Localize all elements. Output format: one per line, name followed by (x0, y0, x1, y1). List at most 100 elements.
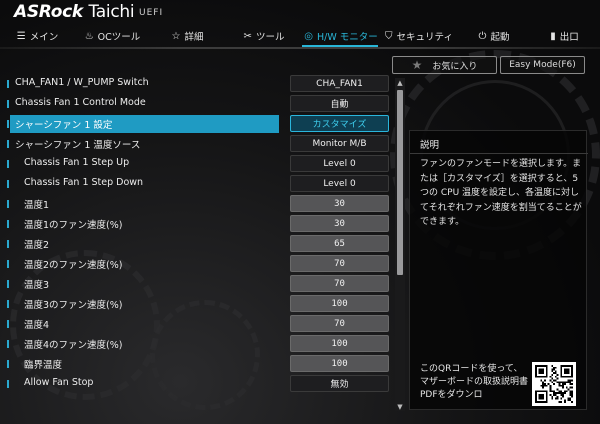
row-marker (7, 260, 9, 268)
tab-label: H/W モニター (316, 32, 378, 43)
nav-divider (0, 47, 600, 49)
setting-label: Chassis Fan 1 Step Up (24, 157, 130, 168)
setting-row[interactable]: 温度4のファン速度(%) 100 (0, 334, 392, 354)
setting-row[interactable]: Chassis Fan 1 Step Up Level 0 (0, 154, 392, 174)
setting-row[interactable]: シャーシファン 1 温度ソース Monitor M/B (0, 134, 392, 154)
monitor-icon: ◎ (304, 30, 313, 42)
list-icon: ☰ (16, 30, 26, 42)
row-marker (7, 200, 9, 208)
setting-label: 温度2 (24, 240, 50, 251)
tab-label: 出口 (559, 32, 579, 43)
setting-label: 臨界温度 (24, 360, 63, 371)
qr-caption: このQRコードを使って、マザーボードの取扱説明書PDFをダウンロ (420, 364, 529, 400)
description-panel: 説明 ファンのファンモードを選択します。または［カスタマイズ］を選択すると、5 … (409, 130, 588, 410)
row-marker (7, 120, 9, 128)
setting-row[interactable]: Chassis Fan 1 Control Mode 自動 (0, 94, 392, 114)
setting-row[interactable]: 温度3 70 (0, 274, 392, 294)
setting-label: シャーシファン 1 温度ソース (15, 140, 141, 151)
row-marker (7, 80, 9, 88)
value-field[interactable]: 30 (290, 195, 389, 212)
setting-label: 温度3のファン速度(%) (24, 300, 123, 311)
option-selector[interactable]: Level 0 (290, 175, 389, 192)
row-marker (7, 180, 9, 188)
setting-row[interactable]: シャーシファン 1 設定 カスタマイズ (0, 114, 392, 134)
setting-row[interactable]: CHA_FAN1 / W_PUMP Switch CHA_FAN1 (0, 74, 392, 94)
tab-1[interactable]: ♨ OCツール (75, 26, 150, 46)
setting-label: 温度1のファン速度(%) (24, 220, 123, 231)
setting-row[interactable]: 温度1のファン速度(%) 30 (0, 214, 392, 234)
value-field[interactable]: 70 (290, 315, 389, 332)
tab-7[interactable]: ▮ 出口 (529, 26, 600, 46)
active-tab-underline (302, 45, 378, 47)
option-selector[interactable]: CHA_FAN1 (290, 75, 389, 92)
setting-label: 温度4のファン速度(%) (24, 340, 123, 351)
setting-label: 温度1 (24, 200, 50, 211)
setting-row[interactable]: Chassis Fan 1 Step Down Level 0 (0, 174, 392, 194)
uefi-label: UEFI (139, 8, 164, 18)
tab-label: OCツール (97, 32, 141, 43)
easy-mode-button[interactable]: Easy Mode(F6) (500, 56, 585, 74)
row-marker (7, 340, 9, 348)
tab-label: ツール (255, 32, 285, 43)
option-selector[interactable]: カスタマイズ (290, 115, 389, 132)
value-field[interactable]: 70 (290, 275, 389, 292)
option-selector[interactable]: 自動 (290, 95, 389, 112)
star-icon: ★ (411, 58, 423, 72)
tab-4[interactable]: ◎ H/W モニター (303, 26, 379, 46)
wrench-icon: ✂ (243, 30, 252, 42)
setting-row[interactable]: 温度1 30 (0, 194, 392, 214)
option-selector[interactable]: Monitor M/B (290, 135, 389, 152)
setting-label: Chassis Fan 1 Step Down (24, 177, 144, 188)
setting-label: 温度2のファン速度(%) (24, 260, 123, 271)
tab-6[interactable]: ⏻ 起動 (459, 26, 529, 46)
option-selector[interactable]: Level 0 (290, 155, 389, 172)
setting-label: 温度4 (24, 320, 50, 331)
exit-icon: ▮ (550, 30, 556, 42)
row-marker (7, 320, 9, 328)
row-marker (7, 300, 9, 308)
row-marker (7, 360, 9, 368)
row-marker (7, 380, 9, 388)
setting-row[interactable]: 臨界温度 100 (0, 354, 392, 374)
value-field[interactable]: 100 (290, 295, 389, 312)
shield-icon: ⛉ (385, 30, 393, 42)
qr-code (532, 362, 576, 406)
scrollbar[interactable]: ▲ ▼ (395, 78, 405, 411)
value-field[interactable]: 100 (290, 355, 389, 372)
title-bar: ASRock Taichi UEFI (0, 0, 600, 25)
setting-row[interactable]: 温度4 70 (0, 314, 392, 334)
tab-label: セキュリティ (396, 32, 453, 43)
tab-2[interactable]: ☆ 詳細 (150, 26, 225, 46)
tab-3[interactable]: ✂ ツール (225, 26, 303, 46)
description-text: ファンのファンモードを選択します。または［カスタマイズ］を選択すると、5 つの … (420, 159, 582, 227)
brand-logo: ASRock Taichi (14, 2, 135, 22)
value-field[interactable]: 65 (290, 235, 389, 252)
value-field[interactable]: 100 (290, 335, 389, 352)
setting-label: 温度3 (24, 280, 50, 291)
row-marker (7, 160, 9, 168)
tab-label: 起動 (490, 32, 510, 43)
setting-row[interactable]: Allow Fan Stop 無効 (0, 374, 392, 394)
option-selector[interactable]: 無効 (290, 375, 389, 392)
row-marker (7, 140, 9, 148)
row-marker (7, 240, 9, 248)
power-icon: ⏻ (478, 30, 487, 42)
row-marker (7, 280, 9, 288)
row-marker (7, 220, 9, 228)
description-divider (410, 153, 588, 154)
scroll-down-icon[interactable]: ▼ (395, 402, 405, 411)
setting-row[interactable]: 温度2 65 (0, 234, 392, 254)
value-field[interactable]: 70 (290, 255, 389, 272)
setting-row[interactable]: 温度3のファン速度(%) 100 (0, 294, 392, 314)
setting-label: CHA_FAN1 / W_PUMP Switch (15, 77, 149, 88)
row-marker (7, 100, 9, 108)
main-nav: ☰ メイン ♨ OCツール ☆ 詳細 ✂ ツール ◎ H/W モニター ⛉ セキュリティ ⏻ 起動 ▮ 出口 (0, 26, 600, 46)
setting-row[interactable]: 温度2のファン速度(%) 70 (0, 254, 392, 274)
tab-5[interactable]: ⛉ セキュリティ (379, 26, 459, 46)
tab-0[interactable]: ☰ メイン (0, 26, 75, 46)
tab-label: 詳細 (184, 32, 204, 43)
scrollbar-thumb[interactable] (397, 90, 403, 275)
favorites-button[interactable]: ★ お気に入り (392, 56, 497, 74)
value-field[interactable]: 30 (290, 215, 389, 232)
scroll-up-icon[interactable]: ▲ (395, 78, 405, 87)
